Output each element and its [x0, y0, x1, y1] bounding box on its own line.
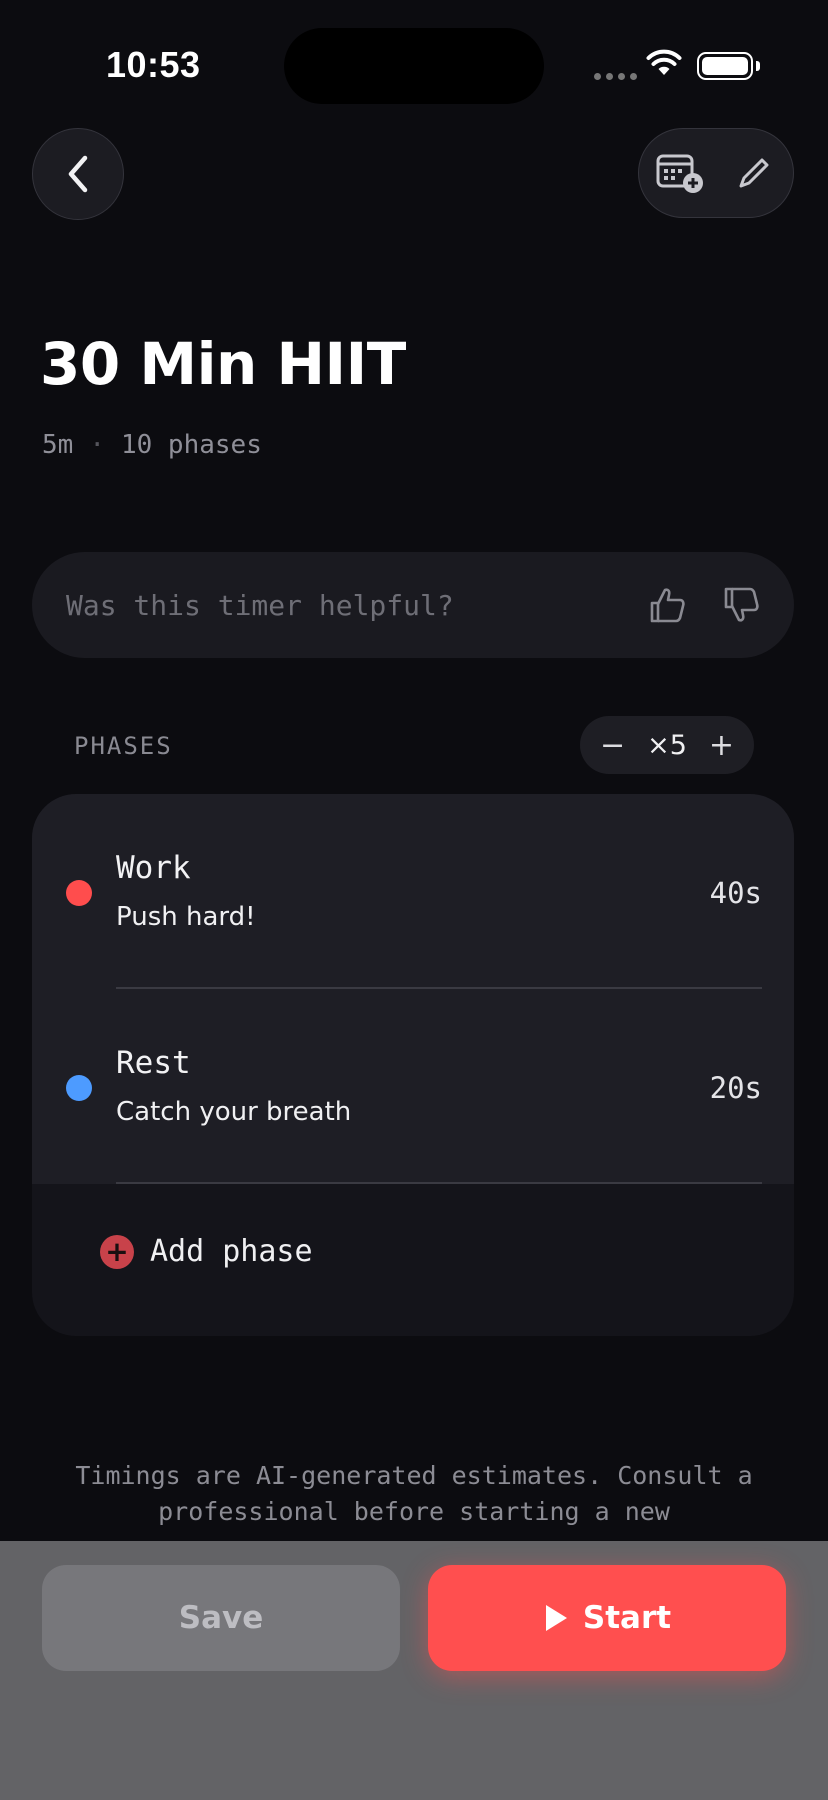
page-title: 30 Min HIIT	[40, 330, 406, 398]
play-icon	[545, 1605, 567, 1631]
phase-description: Catch your breath	[116, 1097, 352, 1127]
timer-meta: 5m · 10 phases	[42, 430, 262, 460]
timer-duration: 5m	[42, 430, 74, 460]
battery-icon	[697, 52, 753, 80]
repeat-increase-button[interactable]: +	[709, 728, 734, 763]
phase-color-dot	[66, 880, 92, 906]
repeat-decrease-button[interactable]: −	[600, 728, 625, 763]
add-phase-label: Add phase	[150, 1234, 313, 1269]
battery-tip	[756, 61, 760, 71]
thumbs-down-icon[interactable]	[722, 585, 762, 625]
dynamic-island	[284, 28, 544, 104]
phase-name: Rest	[116, 1045, 191, 1081]
phases-list: Work Push hard! 40s Rest Catch your brea…	[32, 794, 794, 1336]
phase-duration: 20s	[709, 1071, 762, 1105]
feedback-question: Was this timer helpful?	[66, 588, 454, 622]
bottom-action-bar: Save Start	[0, 1541, 828, 1800]
phase-duration: 40s	[709, 876, 762, 910]
thumbs-up-icon[interactable]	[648, 585, 688, 625]
ai-disclaimer: Timings are AI-generated estimates. Cons…	[75, 1461, 753, 1526]
header-tools	[638, 128, 794, 218]
timer-phase-count: 10 phases	[120, 430, 262, 460]
chevron-left-icon	[68, 155, 88, 193]
signal-dots-icon	[594, 73, 637, 80]
add-phase-button[interactable]: + Add phase	[100, 1234, 313, 1269]
edit-button[interactable]	[735, 154, 773, 192]
phase-row-rest[interactable]: Rest Catch your breath 20s	[32, 989, 794, 1184]
repeat-count: ×5	[647, 729, 687, 761]
status-time: 10:53	[106, 44, 201, 85]
calendar-add-icon	[656, 154, 703, 193]
phase-name: Work	[116, 850, 191, 886]
status-bar: 10:53	[0, 0, 828, 130]
start-button[interactable]: Start	[428, 1565, 786, 1671]
save-button[interactable]: Save	[42, 1565, 400, 1671]
back-button[interactable]	[32, 128, 124, 220]
schedule-button[interactable]	[655, 151, 705, 195]
wifi-icon	[646, 49, 682, 75]
pencil-icon	[739, 158, 769, 188]
start-label: Start	[582, 1600, 672, 1636]
row-divider	[116, 1182, 762, 1184]
feedback-card: Was this timer helpful?	[32, 552, 794, 658]
phase-description: Push hard!	[116, 902, 256, 932]
phase-color-dot	[66, 1075, 92, 1101]
repeat-stepper: − ×5 +	[580, 716, 754, 774]
phases-label: PHASES	[74, 732, 173, 760]
meta-separator: ·	[89, 430, 105, 460]
plus-circle-icon: +	[100, 1234, 134, 1269]
phase-row-work[interactable]: Work Push hard! 40s	[32, 794, 794, 989]
